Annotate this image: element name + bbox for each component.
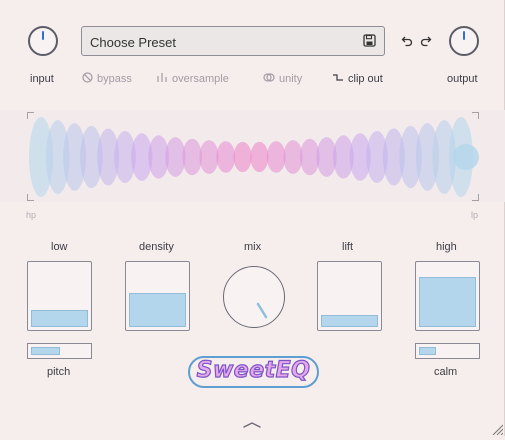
eq-band-shape bbox=[233, 141, 252, 173]
output-knob-indicator bbox=[463, 31, 465, 40]
hp-label: hp bbox=[26, 210, 37, 220]
logo-text: SweetEQ bbox=[196, 357, 311, 383]
lift-fader[interactable] bbox=[317, 261, 382, 331]
bypass-icon bbox=[82, 72, 93, 86]
pitch-slider[interactable] bbox=[27, 343, 92, 359]
calm-label: calm bbox=[434, 366, 458, 378]
eq-curve-graphic bbox=[29, 117, 479, 197]
eq-band-shape bbox=[250, 141, 269, 173]
preset-selector[interactable]: Choose Preset bbox=[81, 26, 385, 56]
clip-out-icon bbox=[332, 72, 344, 86]
high-fader[interactable] bbox=[415, 261, 480, 331]
eq-visualizer[interactable] bbox=[0, 110, 505, 202]
eq-band-shape bbox=[453, 144, 479, 170]
unity-icon bbox=[263, 72, 275, 86]
sweeteq-logo: SweetEQ bbox=[188, 356, 319, 388]
mix-knob[interactable] bbox=[223, 266, 285, 328]
eq-band-shape bbox=[283, 140, 303, 174]
oversample-label: oversample bbox=[172, 73, 229, 85]
calm-slider-fill bbox=[419, 347, 436, 355]
preset-label: Choose Preset bbox=[90, 35, 176, 50]
clip-out-toggle[interactable]: clip out bbox=[332, 72, 383, 86]
input-knob[interactable] bbox=[28, 26, 58, 56]
bypass-label: bypass bbox=[97, 73, 132, 85]
eq-band-shape bbox=[266, 141, 286, 173]
pitch-label: pitch bbox=[47, 366, 71, 378]
eq-band-shape bbox=[182, 138, 202, 176]
low-fader-fill bbox=[31, 310, 88, 327]
lift-label: lift bbox=[342, 241, 353, 253]
eq-band-shape bbox=[199, 140, 219, 174]
eq-band-shape bbox=[216, 141, 236, 173]
high-fader-fill bbox=[419, 277, 476, 327]
input-label: input bbox=[30, 73, 54, 85]
output-label: output bbox=[447, 73, 478, 85]
calm-slider[interactable] bbox=[415, 343, 480, 359]
output-knob[interactable] bbox=[449, 26, 479, 56]
low-label: low bbox=[51, 241, 68, 253]
redo-icon[interactable] bbox=[420, 34, 432, 52]
undo-icon[interactable] bbox=[401, 34, 413, 52]
unity-label: unity bbox=[279, 73, 303, 85]
lift-fader-fill bbox=[321, 315, 378, 327]
save-icon[interactable] bbox=[363, 34, 376, 52]
mix-label: mix bbox=[244, 241, 262, 253]
low-fader[interactable] bbox=[27, 261, 92, 331]
density-fader-fill bbox=[129, 293, 186, 327]
bypass-toggle[interactable]: bypass bbox=[82, 72, 132, 86]
oversample-toggle[interactable]: oversample bbox=[156, 72, 229, 86]
density-label: density bbox=[139, 241, 174, 253]
pitch-slider-fill bbox=[31, 347, 60, 355]
sweeteq-plugin-window: input Choose Preset output bypass oversa… bbox=[0, 0, 505, 436]
mix-knob-indicator bbox=[256, 302, 267, 318]
oversample-icon bbox=[156, 72, 168, 86]
resize-grip-icon[interactable] bbox=[491, 422, 504, 440]
chevron-up-icon[interactable] bbox=[243, 416, 261, 434]
high-label: high bbox=[436, 241, 457, 253]
lp-label: lp bbox=[471, 210, 479, 220]
clip-out-label: clip out bbox=[348, 73, 383, 85]
density-fader[interactable] bbox=[125, 261, 190, 331]
input-knob-indicator bbox=[42, 31, 44, 40]
unity-toggle[interactable]: unity bbox=[263, 72, 302, 86]
